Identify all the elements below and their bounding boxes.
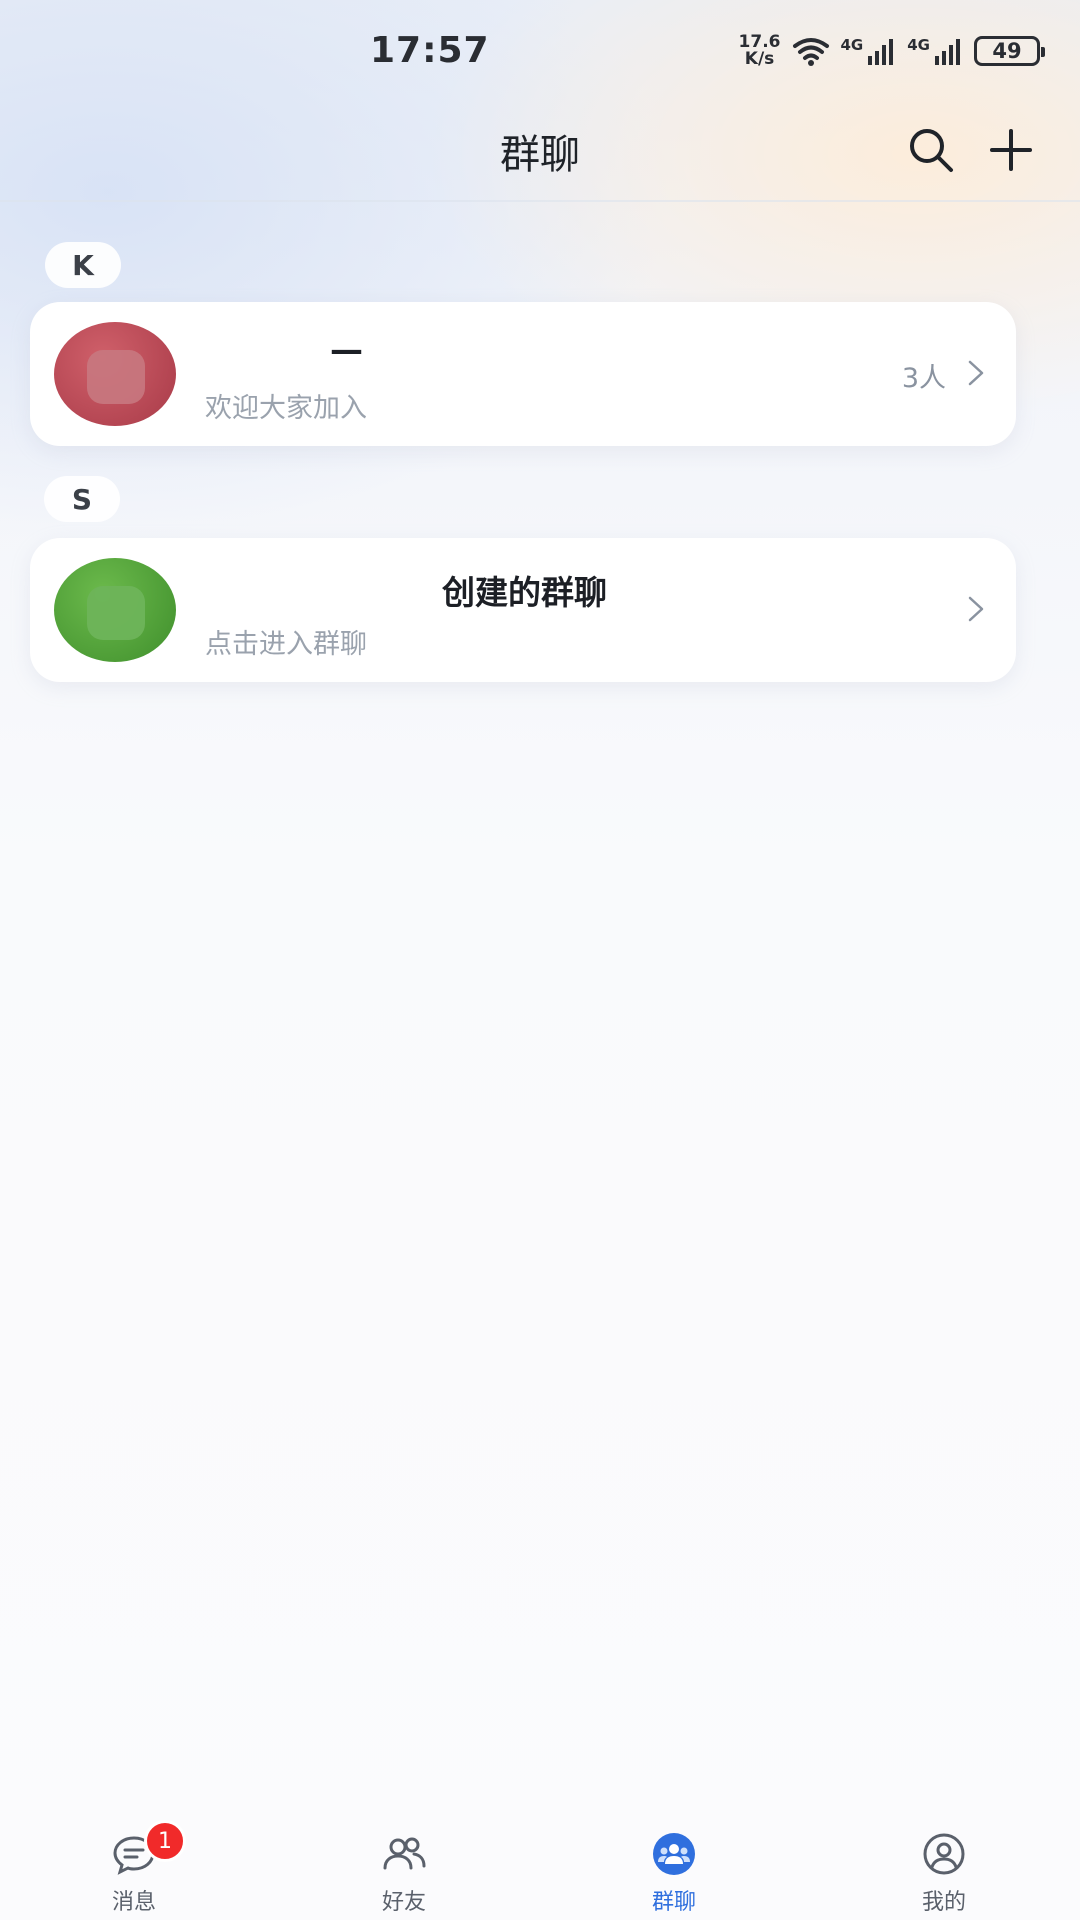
- cell-signal-icon: [868, 39, 894, 65]
- chevron-right-icon: [968, 596, 984, 622]
- signal-2-label: 4G: [907, 36, 930, 54]
- tab-label: 群聊: [651, 1890, 696, 1915]
- app-header: 群聊: [0, 100, 1080, 200]
- chevron-right-icon: [968, 360, 984, 386]
- tab-messages[interactable]: 1 消息: [64, 1804, 204, 1920]
- network-speed-unit: K/s: [744, 49, 775, 69]
- index-letter: K: [45, 242, 121, 288]
- wifi-icon: [792, 38, 829, 66]
- group-subtitle: 点击进入群聊: [205, 629, 367, 660]
- cell-signal-icon: [935, 39, 960, 65]
- unread-badge: 1: [144, 1820, 186, 1862]
- bottom-tab-bar: 1 消息 好友 群聊 我的: [0, 1804, 1080, 1920]
- network-speed: 17.6 K/s: [739, 34, 781, 68]
- status-time: 17:57: [370, 30, 490, 71]
- profile-icon: [923, 1833, 965, 1875]
- group-chat-icon: [653, 1833, 695, 1875]
- redacted-area: [210, 310, 410, 346]
- battery-indicator: 49: [974, 36, 1045, 66]
- search-icon: [910, 129, 953, 172]
- plus-icon: [990, 129, 1032, 171]
- index-letter: S: [44, 476, 120, 522]
- tab-profile[interactable]: 我的: [874, 1804, 1014, 1920]
- tab-label: 消息: [111, 1890, 156, 1915]
- tab-group-chat[interactable]: 群聊: [604, 1804, 744, 1920]
- status-indicators: 17.6 K/s 4G 4G 49: [739, 34, 1045, 68]
- group-subtitle: 欢迎大家加入: [205, 393, 367, 424]
- member-count: 3人: [901, 363, 946, 394]
- group-list-item[interactable]: — 欢迎大家加入 3人: [30, 302, 1016, 446]
- status-bar: 17:57 17.6 K/s 4G 4G 49: [0, 0, 1080, 100]
- header-divider: [0, 200, 1080, 202]
- avatar-mask: [87, 586, 145, 640]
- signal-1-label: 4G: [840, 36, 864, 54]
- search-button[interactable]: [905, 124, 957, 176]
- tab-friends[interactable]: 好友: [334, 1804, 474, 1920]
- add-button[interactable]: [985, 124, 1037, 176]
- avatar-mask: [87, 350, 145, 404]
- tab-label: 好友: [381, 1890, 426, 1915]
- group-name: —: [330, 330, 363, 369]
- group-list-item[interactable]: 创建的群聊 点击进入群聊: [30, 538, 1016, 682]
- group-avatar: [54, 558, 176, 662]
- friends-icon: [383, 1837, 426, 1870]
- group-name: 创建的群聊: [442, 573, 607, 612]
- tab-label: 我的: [921, 1890, 966, 1915]
- group-avatar: [54, 322, 176, 426]
